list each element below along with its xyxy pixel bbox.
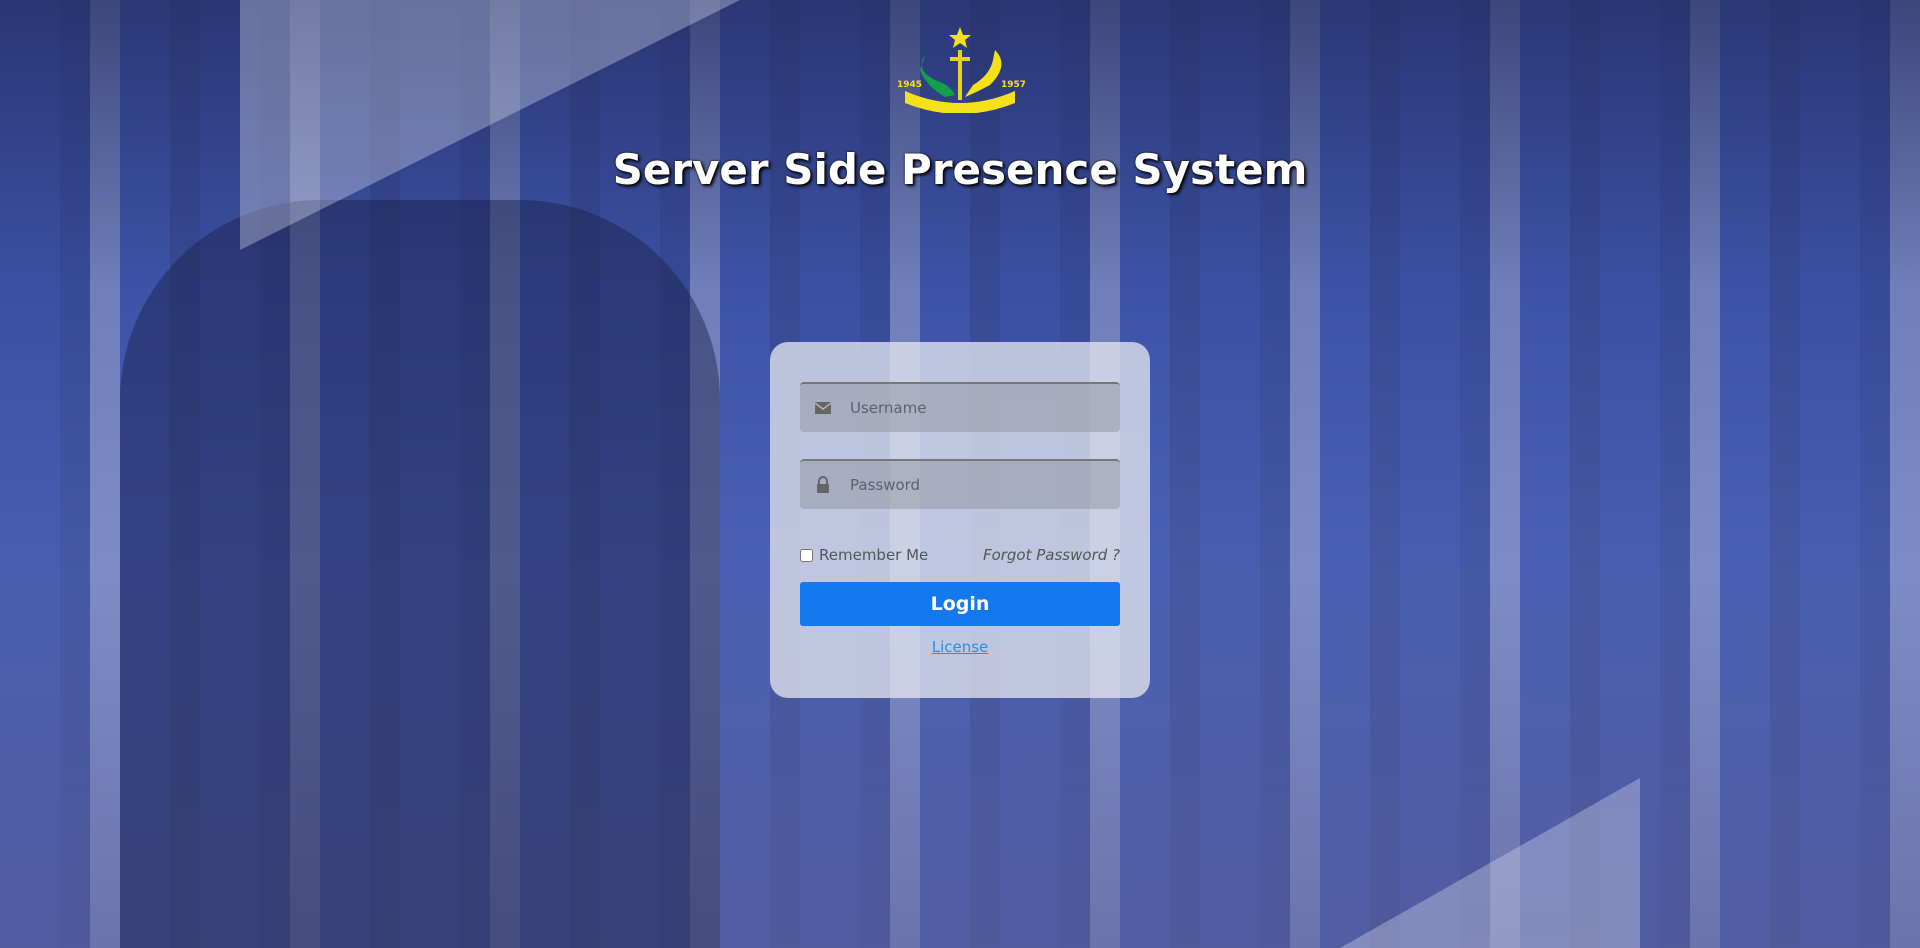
forgot-password-link[interactable]: Forgot Password ?: [983, 546, 1120, 564]
remember-me-label: Remember Me: [819, 546, 929, 564]
login-button[interactable]: Login: [800, 582, 1120, 626]
license-link[interactable]: License: [932, 638, 989, 656]
logo-year-left: 1945: [897, 80, 922, 90]
light-beam: [1340, 778, 1640, 948]
envelope-icon: [814, 402, 832, 414]
password-field: [800, 459, 1120, 509]
emblem-logo: 1945 1957: [897, 27, 1025, 113]
logo-year-right: 1957: [1001, 80, 1025, 90]
remember-me-checkbox[interactable]: [800, 548, 813, 562]
light-beam: [240, 0, 740, 250]
lock-icon: [817, 476, 829, 493]
remember-me[interactable]: Remember Me: [800, 546, 928, 564]
password-input[interactable]: [848, 461, 1112, 509]
login-card: Remember Me Forgot Password ? Login Lice…: [770, 342, 1150, 698]
username-field: [800, 382, 1120, 432]
background-figure: [120, 200, 720, 948]
page-title: Server Side Presence System: [612, 145, 1308, 194]
username-input[interactable]: [848, 384, 1112, 432]
